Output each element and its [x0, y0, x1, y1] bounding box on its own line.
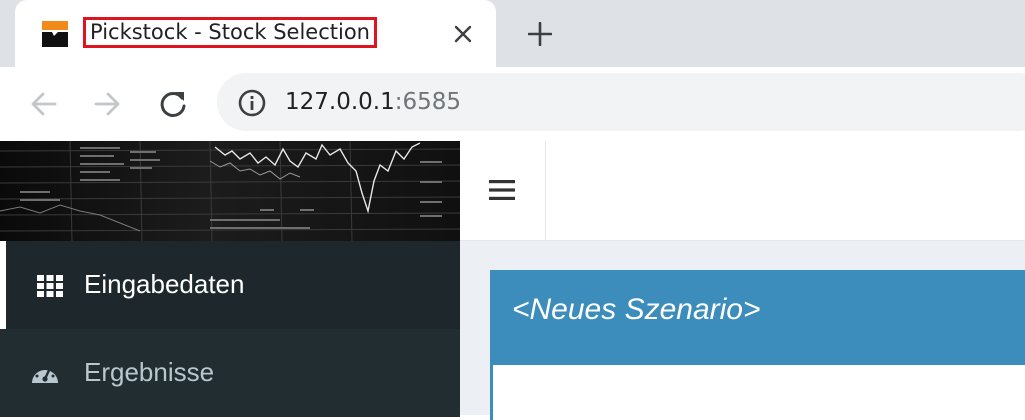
tab-title: Pickstock - Stock Selection: [83, 17, 377, 48]
sidebar-item-label: Eingabedaten: [84, 269, 245, 299]
browser-toolbar: 127.0.0.1:6585: [0, 67, 1025, 141]
url-text: 127.0.0.1:6585: [285, 88, 461, 116]
info-icon[interactable]: [237, 88, 267, 118]
hamburger-icon[interactable]: [487, 177, 517, 203]
browser-tab[interactable]: Pickstock - Stock Selection: [15, 0, 496, 67]
reload-icon: [160, 91, 186, 117]
sidebar-item-eingabedaten[interactable]: Eingabedaten: [0, 241, 460, 329]
scenario-title: <Neues Szenario>: [512, 293, 761, 326]
forward-button[interactable]: [87, 84, 127, 124]
arrow-left-icon: [31, 92, 57, 116]
tab-strip: Pickstock - Stock Selection: [0, 0, 1025, 67]
app-window: Eingabedaten Ergebnisse <Neues Szenario>: [0, 141, 1025, 420]
scenario-box-header: <Neues Szenario>: [490, 270, 1025, 365]
sidebar-item-ergebnisse[interactable]: Ergebnisse: [0, 329, 460, 417]
scenario-box: <Neues Szenario>: [490, 270, 1025, 420]
stock-chart-banner: [0, 141, 460, 241]
url-host: 127.0.0.1: [285, 89, 395, 115]
sidebar-item-label: Ergebnisse: [84, 357, 215, 387]
app-header: [460, 141, 1025, 241]
header-divider: [545, 141, 546, 241]
reload-button[interactable]: [153, 84, 193, 124]
address-bar[interactable]: 127.0.0.1:6585: [217, 73, 1025, 131]
main-content: <Neues Szenario>: [460, 241, 1025, 420]
sidebar: Eingabedaten Ergebnisse: [0, 241, 460, 417]
back-button[interactable]: [24, 84, 64, 124]
pickstock-logo-icon: [42, 21, 68, 47]
arrow-right-icon: [94, 92, 120, 116]
grid-icon: [37, 275, 63, 297]
url-port: :6585: [394, 89, 462, 115]
dashboard-gauge-icon: [32, 364, 58, 383]
close-icon[interactable]: [450, 21, 476, 47]
banner-chart-image: [0, 141, 460, 241]
plus-icon[interactable]: [522, 16, 558, 52]
